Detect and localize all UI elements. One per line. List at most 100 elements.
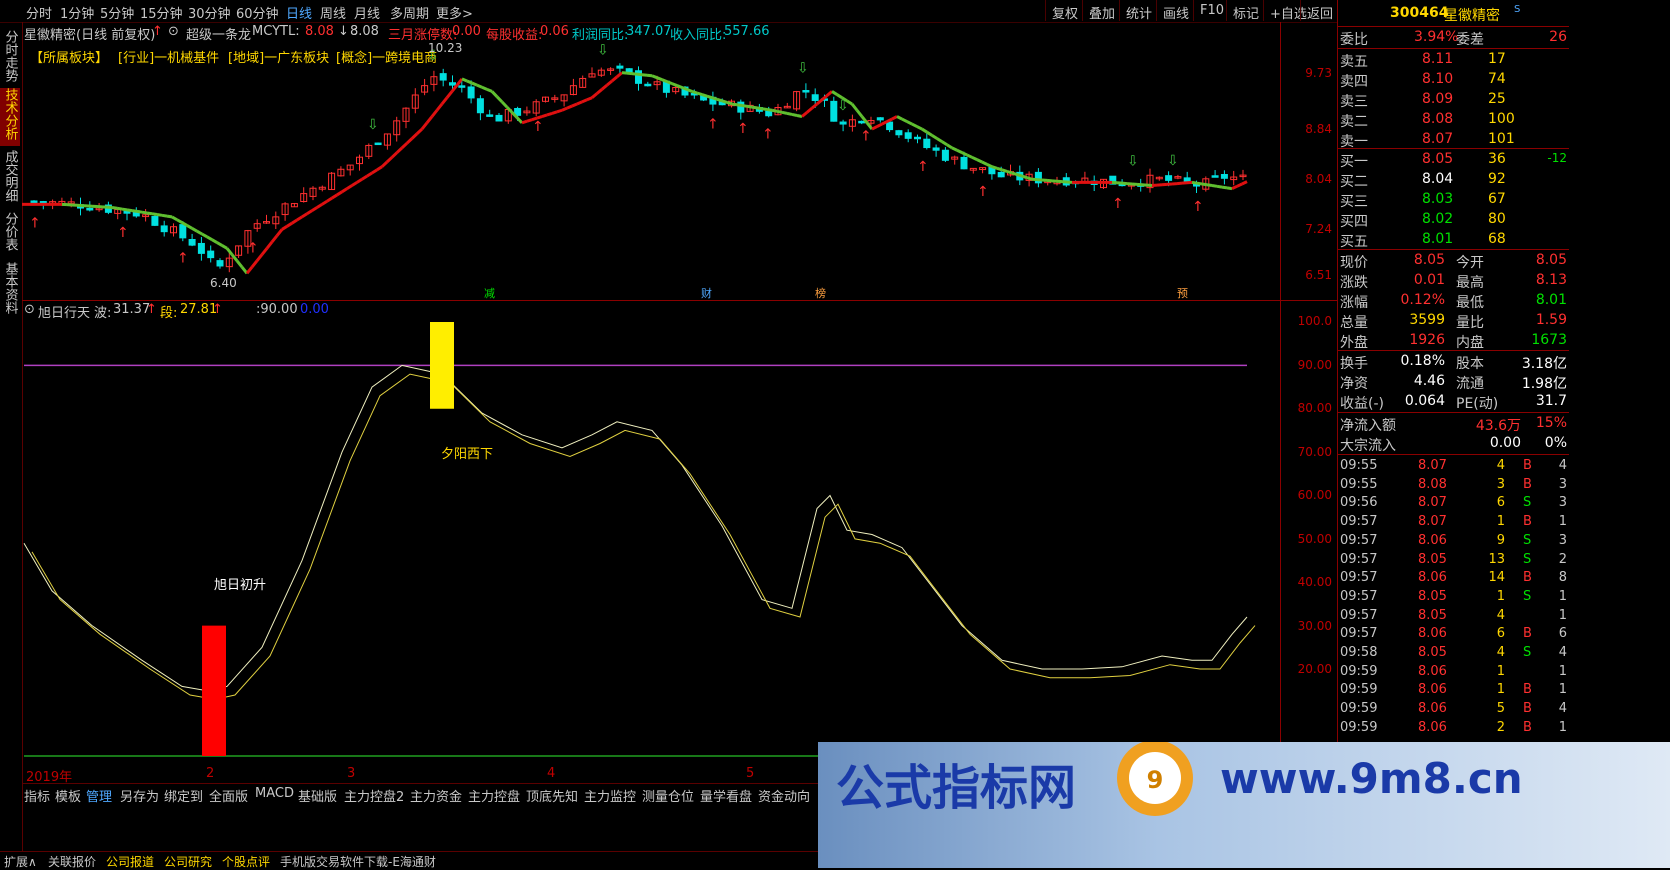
ma-segment [597, 89, 602, 93]
vtab-price-table[interactable]: 分价表 [0, 212, 20, 258]
tab-more[interactable]: 更多> [436, 3, 473, 22]
tick-volume: 13 [1488, 552, 1505, 567]
ma-segment [487, 89, 492, 91]
tab-daily[interactable]: 日线 [286, 3, 312, 22]
fuquan-button[interactable]: 复权 [1045, 0, 1083, 21]
tick-volume: 4 [1497, 608, 1505, 623]
expand-button[interactable]: 扩展∧ [4, 853, 37, 870]
vtab-timeshare[interactable]: 分时走势 [0, 30, 20, 86]
tab-full-version[interactable]: 全面版 [209, 786, 248, 805]
sell-arrow-icon: ⇩ [797, 60, 809, 76]
tab-capital-flow[interactable]: 资金动向 [758, 786, 810, 805]
ma-segment [312, 207, 317, 210]
tab-save-as[interactable]: 另存为 [120, 786, 159, 805]
tab-1min[interactable]: 1分钟 [60, 3, 94, 22]
vtab-technical[interactable]: 技术分析 [0, 88, 20, 146]
ma-segment [357, 179, 362, 182]
tick-row: 09:578.0541 [1338, 607, 1569, 625]
oscillator-chart[interactable] [22, 302, 1280, 764]
osc-tick: 20.00 [1298, 662, 1332, 676]
ma-segment [262, 248, 267, 254]
mark-button[interactable]: 标记 [1226, 0, 1264, 21]
candlestick-chart[interactable]: ↑↑↑↑⇩⇩↑⇩↑↑↑⇩⇩↑↑↑↑⇩⇩↑ [22, 22, 1280, 302]
candle-body [877, 118, 883, 120]
ma-segment [687, 89, 692, 91]
tab-main-control[interactable]: 主力控盘 [468, 786, 520, 805]
ma-segment [322, 201, 327, 204]
ma-segment [697, 93, 702, 95]
tab-60min[interactable]: 60分钟 [236, 3, 279, 22]
mobile-download-link[interactable]: 手机版交易软件下载-E海通财 [280, 853, 436, 870]
event-mark[interactable]: 财 [701, 285, 712, 301]
tab-multi-period[interactable]: 多周期 [390, 3, 429, 22]
tick-time: 09:59 [1340, 664, 1377, 679]
ma-segment [482, 87, 487, 89]
ma-segment [147, 213, 152, 214]
ma-segment [447, 91, 452, 97]
stat-label: 最低 [1456, 292, 1484, 312]
event-mark[interactable]: 减 [484, 285, 495, 301]
overlay-button[interactable]: 叠加 [1082, 0, 1120, 21]
ma-segment [872, 127, 877, 130]
ask-label: 卖五 [1340, 51, 1368, 71]
ma-segment [887, 119, 892, 122]
ask-volume: 74 [1488, 71, 1506, 87]
ma-segment [547, 113, 552, 115]
ma-segment [792, 114, 797, 115]
tick-side: S [1523, 645, 1531, 660]
draw-line-button[interactable]: 画线 [1156, 0, 1194, 21]
ma-segment [427, 117, 432, 123]
tab-basic[interactable]: 基础版 [298, 786, 337, 805]
stat-label: 外盘 [1340, 332, 1368, 352]
bid-row: 买三8.0367 [1338, 190, 1569, 210]
tab-5min[interactable]: 5分钟 [100, 3, 134, 22]
tab-fenshi[interactable]: 分时 [26, 3, 52, 22]
tab-weekly[interactable]: 周线 [320, 3, 346, 22]
tab-control2[interactable]: 主力控盘2 [344, 786, 404, 805]
tab-manage[interactable]: 管理 [86, 786, 112, 805]
tick-count: 1 [1559, 664, 1567, 679]
ma-segment [1242, 182, 1247, 184]
tick-volume: 1 [1497, 589, 1505, 604]
tab-30min[interactable]: 30分钟 [188, 3, 231, 22]
tab-macd[interactable]: MACD [255, 786, 294, 801]
event-mark[interactable]: 预 [1177, 285, 1188, 301]
tab-monthly[interactable]: 月线 [354, 3, 380, 22]
back-button[interactable]: 返回 [1300, 0, 1338, 21]
candle-body [859, 121, 865, 123]
ma-segment [372, 170, 377, 173]
weibi-label: 委比 [1340, 29, 1368, 49]
company-news-link[interactable]: 公司报道 [106, 853, 154, 870]
tick-row: 09:578.069S3 [1338, 532, 1569, 550]
tab-15min[interactable]: 15分钟 [140, 3, 183, 22]
stock-comment-link[interactable]: 个股点评 [222, 853, 270, 870]
tick-price: 8.06 [1418, 720, 1447, 735]
f10-button[interactable]: F10 [1193, 0, 1229, 21]
tick-time: 09:57 [1340, 570, 1377, 585]
tab-top-bottom[interactable]: 顶底先知 [526, 786, 578, 805]
candle-body [189, 240, 195, 246]
vtab-trades[interactable]: 成交明细 [0, 150, 20, 208]
tick-volume: 1 [1497, 682, 1505, 697]
tick-side: B [1523, 682, 1532, 697]
tab-volume-study[interactable]: 量学看盘 [700, 786, 752, 805]
stats-button[interactable]: 统计 [1119, 0, 1157, 21]
tab-template[interactable]: 模板 [55, 786, 81, 805]
company-research-link[interactable]: 公司研究 [164, 853, 212, 870]
vtab-fundamentals[interactable]: 基本资料 [0, 262, 20, 320]
tab-position[interactable]: 测量仓位 [642, 786, 694, 805]
ma-segment [932, 135, 937, 138]
flow-label: 净流入额 [1340, 415, 1396, 435]
osc-tick: 50.00 [1298, 532, 1332, 546]
ma-segment [137, 211, 142, 212]
tab-bind-to[interactable]: 绑定到 [164, 786, 203, 805]
tab-monitor[interactable]: 主力监控 [584, 786, 636, 805]
weicha-label: 委差 [1456, 29, 1484, 49]
ma-segment [607, 81, 612, 85]
related-quotes-link[interactable]: 关联报价 [48, 853, 96, 870]
ma-segment [352, 182, 357, 185]
tab-indicator[interactable]: 指标 [24, 786, 50, 805]
tab-main-capital[interactable]: 主力资金 [410, 786, 462, 805]
stat-value: 8.01 [1536, 292, 1567, 308]
event-mark[interactable]: 榜 [815, 285, 826, 301]
